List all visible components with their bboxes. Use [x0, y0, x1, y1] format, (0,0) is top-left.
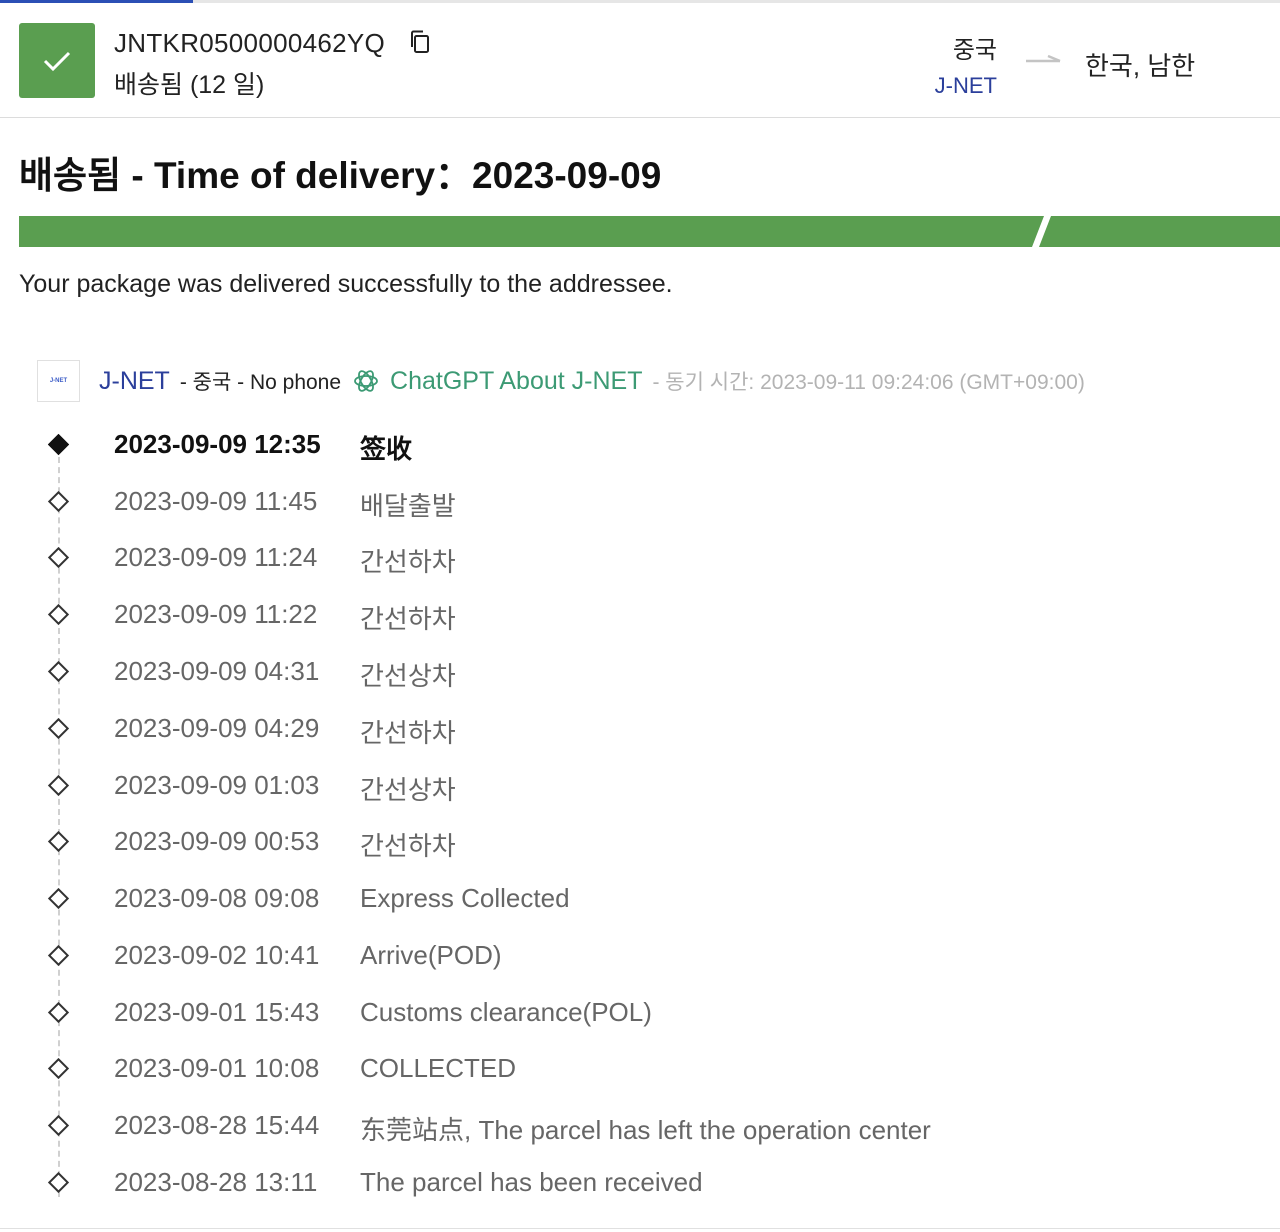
chatgpt-about-link[interactable]: ChatGPT About J-NET: [390, 367, 642, 396]
timeline-event: 2023-09-02 10:41 Arrive(POD): [0, 928, 1280, 985]
timeline-event: 2023-08-28 15:44 东莞站点, The parcel has le…: [0, 1098, 1280, 1155]
diamond-outline-icon: [47, 603, 70, 626]
timeline-event: 2023-09-09 11:24 간선하차: [0, 530, 1280, 587]
check-icon: [43, 51, 71, 71]
event-description: 간선상차: [360, 775, 456, 805]
event-time: 2023-09-09 11:24: [114, 542, 318, 572]
timeline-event: 2023-09-09 00:53 간선하차: [0, 814, 1280, 871]
timeline-event: 2023-09-01 10:08 COLLECTED: [0, 1041, 1280, 1098]
delivery-status: 배송됨 (12 일): [114, 71, 265, 99]
event-time: 2023-09-09 01:03: [114, 770, 320, 800]
event-description: Customs clearance(POL): [360, 997, 652, 1027]
carrier-logo: J-NET: [37, 360, 80, 402]
event-description: 간선상차: [360, 661, 456, 691]
diamond-outline-icon: [47, 660, 70, 683]
event-description: 배달출발: [360, 491, 456, 521]
event-description: 签收: [360, 434, 413, 464]
tracking-number[interactable]: JNTKR0500000462YQ: [114, 28, 385, 59]
diamond-outline-icon: [47, 717, 70, 740]
carrier-name-link[interactable]: J-NET: [99, 367, 170, 396]
timeline-event: 2023-09-09 11:22 간선하차: [0, 587, 1280, 644]
event-time: 2023-08-28 13:11: [114, 1167, 318, 1197]
delivery-summary: Your package was delivered successfully …: [19, 270, 673, 298]
event-description: 간선하차: [360, 604, 456, 634]
carrier-info: J-NET J-NET - 중국 - No phone ChatGPT Abou…: [37, 360, 1085, 402]
chatgpt-icon[interactable]: [351, 366, 381, 396]
diamond-outline-icon: [47, 546, 70, 569]
arrow-right-icon: [1026, 54, 1061, 63]
delivery-progress-bar: [19, 216, 1280, 247]
event-time: 2023-09-02 10:41: [114, 940, 320, 970]
event-time: 2023-09-09 04:31: [114, 656, 320, 686]
shipment-header: JNTKR0500000462YQ 배송됨 (12 일) 중국 J-NET 한국…: [0, 3, 1280, 118]
diamond-outline-icon: [47, 887, 70, 910]
timeline-event: 2023-09-09 01:03 간선상차: [0, 758, 1280, 815]
event-description: Arrive(POD): [360, 940, 502, 970]
page-title: 배송됨 - Time of delivery：2023-09-09: [19, 155, 662, 196]
event-time: 2023-09-09 12:35: [114, 429, 321, 459]
timeline-event: 2023-09-09 04:31 간선상차: [0, 644, 1280, 701]
event-time: 2023-08-28 15:44: [114, 1110, 320, 1140]
timeline-event: 2023-09-09 12:35 签收: [0, 417, 1280, 474]
timeline-event: 2023-09-09 04:29 간선하차: [0, 701, 1280, 758]
diamond-outline-icon: [47, 830, 70, 853]
event-description: 간선하차: [360, 831, 456, 861]
diamond-outline-icon: [47, 1001, 70, 1024]
destination: 한국, 남한: [1085, 51, 1196, 81]
event-time: 2023-09-01 15:43: [114, 997, 320, 1027]
diamond-outline-icon: [47, 490, 70, 513]
timeline-event: 2023-09-08 09:08 Express Collected: [0, 871, 1280, 928]
event-description: 간선하차: [360, 547, 456, 577]
diamond-outline-icon: [47, 1114, 70, 1137]
origin: 중국 J-NET: [935, 30, 997, 99]
event-description: 간선하차: [360, 718, 456, 748]
delivered-status-box: [19, 23, 95, 98]
event-description: Express Collected: [360, 883, 570, 913]
diamond-filled-icon: [47, 433, 70, 456]
event-time: 2023-09-09 00:53: [114, 826, 320, 856]
origin-country: 중국: [952, 37, 997, 64]
timeline-event: 2023-08-28 13:11 The parcel has been rec…: [0, 1155, 1280, 1212]
event-time: 2023-09-09 11:45: [114, 486, 318, 516]
copy-icon[interactable]: [408, 29, 432, 55]
origin-carrier-link[interactable]: J-NET: [935, 73, 997, 99]
diamond-outline-icon: [47, 1057, 70, 1080]
diamond-outline-icon: [47, 1171, 70, 1194]
event-time: 2023-09-09 04:29: [114, 713, 320, 743]
event-time: 2023-09-09 11:22: [114, 599, 318, 629]
diamond-outline-icon: [47, 944, 70, 967]
event-description: COLLECTED: [360, 1053, 517, 1083]
carrier-meta: - 중국 - No phone: [179, 371, 342, 394]
event-description: The parcel has been received: [360, 1167, 703, 1197]
event-description: 东莞站点, The parcel has left the operation …: [360, 1115, 931, 1145]
bottom-divider: [0, 1228, 1280, 1229]
event-time: 2023-09-01 10:08: [114, 1053, 320, 1083]
diamond-outline-icon: [47, 774, 70, 797]
timeline-event: 2023-09-01 15:43 Customs clearance(POL): [0, 985, 1280, 1042]
event-time: 2023-09-08 09:08: [114, 883, 320, 913]
timeline-event: 2023-09-09 11:45 배달출발: [0, 474, 1280, 531]
sync-time: - 동기 시간: 2023-09-11 09:24:06 (GMT+09:00): [652, 371, 1085, 394]
